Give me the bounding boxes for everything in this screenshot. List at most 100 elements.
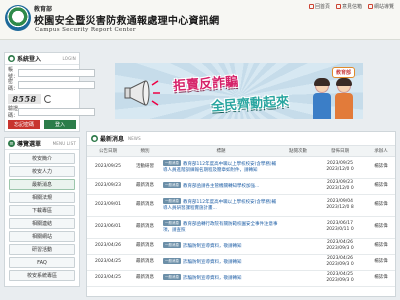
col-date[interactable]: 公告日期	[87, 146, 129, 157]
captcha-row: 8558	[8, 93, 76, 104]
login-title-en: LOGIN	[62, 56, 76, 61]
menu-item-news[interactable]: 最新消息	[9, 179, 75, 190]
col-publish[interactable]: 發佈日期	[315, 146, 365, 157]
banner-badge: 教育部	[331, 67, 355, 78]
forgot-password-button[interactable]: 忘記密碼	[8, 120, 40, 129]
row-tag: 一般消息	[163, 220, 181, 226]
menu-item-staff[interactable]: 校安人力	[9, 166, 75, 177]
menu-item-downloads[interactable]: 下載專區	[9, 205, 75, 216]
row-views	[281, 254, 315, 271]
row-category: 最新消息	[129, 194, 161, 217]
news-link[interactable]: 教育部函請各主管機關轉知學校加強...	[183, 184, 259, 189]
row-title-cell: 一般消息 教育部112年度高中職以上學校校安(含學務)輔導人員進階訓練報名期程及簡…	[161, 156, 281, 179]
site-title-en: Campus Security Report Center	[35, 27, 136, 33]
row-officer: 楊誌偉	[365, 270, 395, 287]
news-table: 公告日期 類別 標題 點閱次數 發佈日期 承辦人 2023/09/25 活動研習…	[87, 146, 395, 287]
password-row: 密碼：	[8, 78, 95, 92]
ministry-logo[interactable]	[5, 5, 31, 31]
menu-icon: ≡	[8, 140, 15, 147]
news-table-header: 公告日期 類別 標題 點閱次數 發佈日期 承辦人	[87, 146, 395, 157]
sitemap-link[interactable]: 網站導覽	[367, 3, 394, 10]
row-views	[281, 270, 315, 287]
menu-item-links[interactable]: 相關連結	[9, 218, 75, 229]
row-date: 2023/04/26	[87, 238, 129, 255]
news-link[interactable]: 詐騙防制宣導資料，敬請轉知	[183, 244, 242, 249]
banner-character-1	[311, 78, 333, 119]
megaphone-icon	[124, 80, 160, 106]
site-header: 教育部 校園安全暨災害防救通報處理中心資訊網 Campus Security R…	[0, 0, 400, 40]
account-input[interactable]	[18, 68, 95, 77]
refresh-captcha-icon[interactable]	[44, 94, 52, 103]
row-officer: 楊誌偉	[365, 156, 395, 179]
mail-icon	[335, 4, 341, 9]
menu-item-faq[interactable]: FAQ	[9, 257, 75, 268]
row-publish: 2023/04/26 2023/09/3 0	[315, 238, 365, 255]
top-links: 回首頁 意見信箱 網站導覽	[308, 3, 394, 10]
password-label: 密碼：	[8, 78, 19, 92]
row-title-cell: 一般消息 詐騙防制宣導資料，敬請轉知	[161, 238, 281, 255]
captcha-image: 8558	[8, 93, 41, 104]
home-link[interactable]: 回首頁	[308, 3, 330, 10]
row-date: 2023/04/25	[87, 254, 129, 271]
row-title-cell: 一般消息 詐騙防制宣導資料，敬請轉知	[161, 270, 281, 287]
row-tag: 一般消息	[163, 258, 181, 264]
menu-title-en: MENU LIST	[52, 141, 76, 146]
banner-character-2	[333, 78, 355, 119]
menu-header: ≡ 導覽選單 MENU LIST	[5, 138, 79, 150]
captcha-input[interactable]	[18, 107, 95, 116]
captcha-label: 驗證碼：	[8, 105, 19, 119]
row-date: 2023/09/01	[87, 194, 129, 217]
menu-item-regulations[interactable]: 相關法規	[9, 192, 75, 203]
row-views	[281, 216, 315, 239]
table-row: 2023/06/01 最新消息 一般消息 教育部函轉行政院有關防範校園安全事件注意…	[87, 216, 395, 239]
row-officer: 楊誌偉	[365, 254, 395, 271]
promo-banner[interactable]: 拒賣反詐騙 全民齊動起來 教育部	[115, 63, 363, 119]
col-title[interactable]: 標題	[161, 146, 281, 157]
sitemap-icon	[367, 4, 373, 9]
menu-item-workshops[interactable]: 研習活動	[9, 244, 75, 255]
password-input[interactable]	[18, 80, 95, 89]
login-header: ● 系統登入 LOGIN	[5, 53, 79, 65]
row-views	[281, 194, 315, 217]
row-views	[281, 156, 315, 179]
feedback-link[interactable]: 意見信箱	[335, 3, 362, 10]
row-date: 2023/04/25	[87, 270, 129, 287]
row-publish: 2023/09/04 2023/12/0 8	[315, 194, 365, 217]
news-icon: ●	[91, 135, 98, 142]
row-tag: 一般消息	[163, 182, 181, 188]
row-officer: 楊誌偉	[365, 216, 395, 239]
row-category: 活動研習	[129, 156, 161, 179]
row-title-cell: 一般消息 教育部112年度高中職以上學校校安(含學務)輔導人員研習課程實施計畫..…	[161, 194, 281, 217]
row-title-cell: 一般消息 詐騙防制宣導資料，敬請轉知	[161, 254, 281, 271]
menu-list: 校安簡介 校安人力 最新消息 相關法規 下載專區 相關連結 相關網站 研習活動 …	[5, 150, 79, 281]
login-button[interactable]: 登入	[44, 120, 76, 129]
row-publish: 2023/09/23 2023/12/0 0	[315, 178, 365, 195]
row-tag: 一般消息	[163, 274, 181, 280]
menu-item-websites[interactable]: 相關網站	[9, 231, 75, 242]
nav-menu-panel: ≡ 導覽選單 MENU LIST 校安簡介 校安人力 最新消息 相關法規 下載專…	[4, 137, 80, 287]
login-panel: ● 系統登入 LOGIN 帳號： 密碼： 8558 驗證碼： 忘記密碼 登入	[4, 52, 95, 132]
news-panel: ● 最新消息 NEWS 公告日期 類別 標題 點閱次數 發佈日期 承辦人 202…	[86, 131, 396, 297]
news-header: ● 最新消息 NEWS	[87, 132, 395, 146]
site-title[interactable]: 校園安全暨災害防救通報處理中心資訊網	[34, 12, 219, 27]
row-category: 最新消息	[129, 270, 161, 287]
table-row: 2023/09/01 最新消息 一般消息 教育部112年度高中職以上學校校安(含學…	[87, 194, 395, 217]
table-row: 2023/04/25 最新消息 一般消息 詐騙防制宣導資料，敬請轉知 2023/0…	[87, 270, 395, 287]
col-officer[interactable]: 承辦人	[365, 146, 395, 157]
col-views[interactable]: 點閱次數	[281, 146, 315, 157]
home-link-label: 回首頁	[314, 4, 330, 10]
row-title-cell: 一般消息 教育部函請各主管機關轉知學校加強...	[161, 178, 281, 195]
row-publish: 2023/04/25 2023/09/3 0	[315, 270, 365, 287]
news-link[interactable]: 詐騙防制宣導資料，敬請轉知	[183, 276, 242, 281]
menu-item-intro[interactable]: 校安簡介	[9, 153, 75, 164]
news-link[interactable]: 詐騙防制宣導資料，敬請轉知	[183, 260, 242, 265]
home-icon	[308, 4, 314, 9]
col-category[interactable]: 類別	[129, 146, 161, 157]
captcha-input-row: 驗證碼：	[8, 105, 95, 119]
table-row: 2023/09/25 活動研習 一般消息 教育部112年度高中職以上學校校安(含學…	[87, 156, 395, 179]
row-publish: 2023/06/17 2023/0/11 0	[315, 216, 365, 239]
menu-item-system[interactable]: 校安系統專區	[9, 270, 75, 281]
row-officer: 楊誌偉	[365, 194, 395, 217]
table-row: 2023/04/25 最新消息 一般消息 詐騙防制宣導資料，敬請轉知 2023/0…	[87, 254, 395, 271]
login-buttons: 忘記密碼 登入	[8, 120, 76, 129]
